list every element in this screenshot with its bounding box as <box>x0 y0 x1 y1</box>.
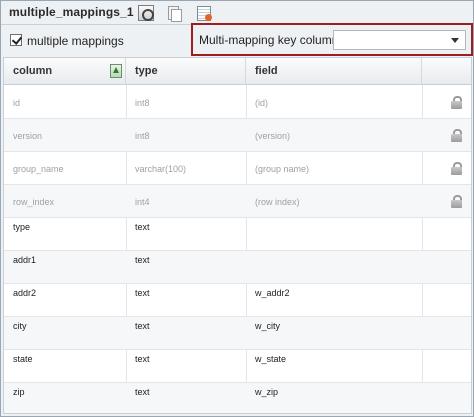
cell-column[interactable]: id <box>13 98 20 108</box>
grid-header: column type field <box>4 58 471 85</box>
properties-icon[interactable] <box>196 5 212 21</box>
cell-type[interactable]: text <box>135 222 150 232</box>
cell-field[interactable]: (row index) <box>255 197 300 207</box>
multi-mapping-key-select[interactable] <box>333 30 466 50</box>
cell-column[interactable]: row_index <box>13 197 54 207</box>
panel-title: multiple_mappings_1 <box>9 5 134 19</box>
table-row[interactable]: state text w_state <box>4 350 471 383</box>
copy-icon[interactable] <box>166 5 182 22</box>
cell-type[interactable]: int4 <box>135 197 150 207</box>
lock-icon <box>450 96 463 109</box>
table-row[interactable]: row_index int4 (row index) <box>4 185 471 218</box>
table-row[interactable]: id int8 (id) <box>4 86 471 119</box>
table-row[interactable]: version int8 (version) <box>4 119 471 152</box>
cell-type[interactable]: text <box>135 288 150 298</box>
column-header-field[interactable]: field <box>246 58 422 85</box>
cell-column[interactable]: addr2 <box>13 288 36 298</box>
cell-type[interactable]: int8 <box>135 98 150 108</box>
dropdown-arrow-icon[interactable] <box>451 38 459 43</box>
table-row[interactable]: city text w_city <box>4 317 471 350</box>
cell-type[interactable]: text <box>135 255 150 265</box>
cell-field[interactable]: w_city <box>255 321 280 331</box>
title-bar: multiple_mappings_1 <box>1 1 473 25</box>
cell-column[interactable]: group_name <box>13 164 64 174</box>
table-row[interactable]: addr1 text <box>4 251 471 284</box>
cell-type[interactable]: text <box>135 354 150 364</box>
column-header-column[interactable]: column <box>4 58 126 85</box>
cell-column[interactable]: version <box>13 131 42 141</box>
cell-type[interactable]: text <box>135 387 150 397</box>
cell-column[interactable]: type <box>13 222 30 232</box>
column-header-lock <box>422 58 471 85</box>
mapping-panel: multiple_mappings_1 multiple mappings Mu… <box>0 0 474 417</box>
table-row[interactable]: group_name varchar(100) (group name) <box>4 152 471 185</box>
cell-column[interactable]: state <box>13 354 33 364</box>
cell-field[interactable]: w_zip <box>255 387 278 397</box>
table-row[interactable]: type text <box>4 218 471 251</box>
cell-field[interactable]: (version) <box>255 131 290 141</box>
cell-column[interactable]: addr1 <box>13 255 36 265</box>
cell-field[interactable]: w_addr2 <box>255 288 290 298</box>
lock-icon <box>450 195 463 208</box>
multiple-mappings-label[interactable]: multiple mappings <box>27 34 124 48</box>
cell-type[interactable]: int8 <box>135 131 150 141</box>
multi-mapping-key-label: Multi-mapping key column: <box>199 33 342 47</box>
multiple-mappings-checkbox[interactable] <box>10 34 22 46</box>
edit-icon[interactable] <box>138 5 154 21</box>
table-row[interactable]: addr2 text w_addr2 <box>4 284 471 317</box>
cell-type[interactable]: varchar(100) <box>135 164 186 174</box>
cell-field[interactable]: (group name) <box>255 164 309 174</box>
mapping-grid: column type field id int8 (id) version int8 (… <box>3 57 472 414</box>
cell-field[interactable]: (id) <box>255 98 268 108</box>
multi-mapping-key-group: Multi-mapping key column: <box>191 23 473 56</box>
sort-icon[interactable] <box>110 64 122 78</box>
lock-icon <box>450 162 463 175</box>
cell-type[interactable]: text <box>135 321 150 331</box>
table-row[interactable]: zip text w_zip <box>4 383 471 413</box>
lock-icon <box>450 129 463 142</box>
column-header-type[interactable]: type <box>126 58 246 85</box>
cell-column[interactable]: city <box>13 321 27 331</box>
cell-column[interactable]: zip <box>13 387 25 397</box>
cell-field[interactable]: w_state <box>255 354 286 364</box>
